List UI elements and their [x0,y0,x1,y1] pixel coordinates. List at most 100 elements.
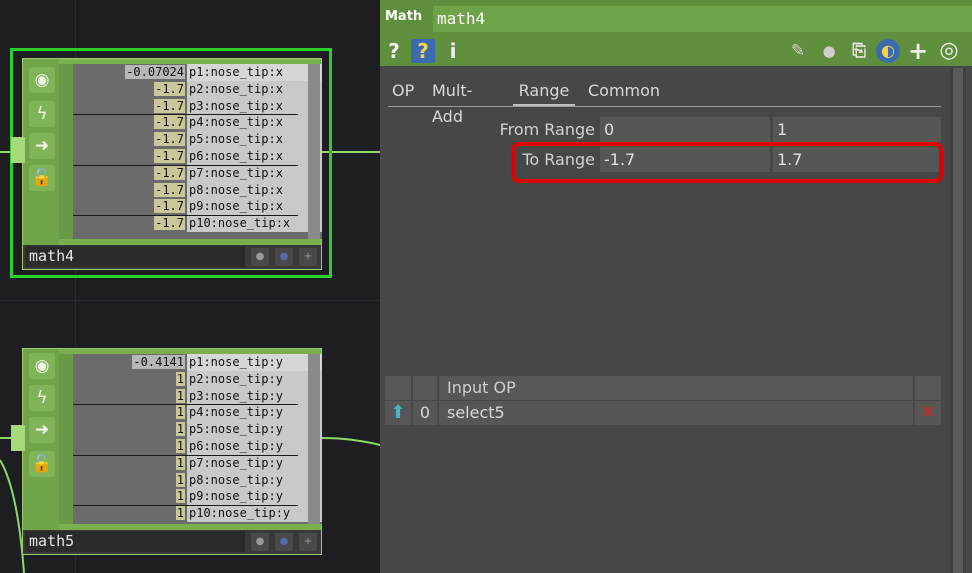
channel-row: -1.7 p9:nose_tip:x [73,198,322,216]
channel-row: -1.7 p4:nose_tip:x [73,114,322,132]
python-icon[interactable]: ◐ [876,39,900,63]
channel-row: 1 p10:nose_tip:y [73,505,322,522]
channel-separator [73,164,298,166]
channel-row: -1.7 p8:nose_tip:x [73,181,322,199]
op-name-field[interactable]: math4 [433,6,972,32]
tab-op[interactable]: OP [392,78,414,104]
channel-name: p5:nose_tip:y [187,421,322,438]
input-connector[interactable] [11,137,25,163]
tab-range[interactable]: Range [513,78,575,106]
channel-value: -0.4141 [132,355,185,369]
delete-icon[interactable]: ✕ [915,401,941,425]
channel-row: -0.07024 p1:nose_tip:x [73,64,322,81]
channel-name: p4:nose_tip:y [187,404,322,422]
clone-icon[interactable]: ➜ [29,417,55,443]
lock-icon[interactable]: 🔓 [29,451,55,477]
channel-name: p10:nose_tip:x [187,215,322,232]
table-header-cell [413,376,437,400]
tab-mult-add[interactable]: Mult-Add [432,78,472,130]
add-output-icon[interactable]: + [299,533,317,551]
clipboard-icon[interactable]: ⎘ [846,39,872,63]
channel-row: 1 p2:nose_tip:y [73,370,322,388]
node-footer: math5 ● ● + [23,530,321,554]
channel-viewer: -0.4141 p1:nose_tip:y 1 p2:nose_tip:y 1 p3:no… [73,354,322,524]
add-output-icon[interactable]: + [299,248,317,266]
channel-name: p2:nose_tip:y [187,370,322,388]
display-flag-icon[interactable]: ● [251,248,269,266]
network-editor[interactable]: ◉ ϟ ➜ 🔓 -0.07024 p1:nose_tip:x -1.7 p2:nose… [0,0,380,573]
node-name[interactable]: math5 [25,531,245,552]
channel-value: 1 [175,422,185,437]
viewer-strip [59,64,73,239]
scrollbar-thumb[interactable] [953,68,963,573]
channel-name: p1:nose_tip:x [187,64,322,81]
channel-name: p2:nose_tip:x [187,80,322,98]
table-header-cell [385,376,411,400]
channel-name: p8:nose_tip:x [187,181,322,199]
channel-separator [73,114,298,116]
channel-value: 1 [175,388,185,403]
channel-name: p5:nose_tip:x [187,131,322,148]
add-icon[interactable]: + [906,39,930,63]
bypass-icon[interactable]: ϟ [29,385,55,411]
channel-row: 1 p5:nose_tip:y [73,421,322,438]
viewer-strip [59,354,73,524]
clone-icon[interactable]: ➜ [29,133,55,159]
node-math5[interactable]: ◉ ϟ ➜ 🔓 -0.4141 p1:nose_tip:y 1 p2:nose_tip… [11,348,322,555]
from-range-label: From Range [499,120,595,139]
python-help-icon[interactable]: ? [411,39,435,63]
channel-name: p6:nose_tip:y [187,438,322,455]
channel-value: -1.7 [154,216,185,231]
channel-value: -1.7 [154,149,185,163]
channel-row: 1 p7:nose_tip:y [73,454,322,472]
channel-value: 1 [175,405,185,420]
channel-row: -1.7 p6:nose_tip:x [73,148,322,165]
channel-name: p4:nose_tip:x [187,114,322,132]
channel-row: 1 p8:nose_tip:y [73,471,322,489]
channel-row: 1 p4:nose_tip:y [73,404,322,422]
channel-row: -1.7 p3:nose_tip:x [73,97,322,115]
input-op-field[interactable]: select5 [439,401,913,425]
parameter-panel: Math math4 ? ? i ✎ ● ⎘ ◐ + ◎ OP Mult-Add… [380,0,972,573]
channel-value: 1 [175,455,185,470]
from-range-field-2[interactable]: 1 [773,117,941,142]
lock-icon[interactable]: 🔓 [29,165,55,191]
tab-divider [388,106,941,107]
edit-icon[interactable]: ✎ [786,39,810,63]
op-type-label: Math [385,9,423,24]
comment-icon[interactable]: ● [816,39,842,63]
channel-name: p7:nose_tip:x [187,164,322,182]
channel-row: 1 p3:nose_tip:y [73,387,322,405]
tab-common[interactable]: Common [588,78,660,104]
channel-value: 1 [175,489,185,504]
channel-separator [73,404,298,406]
info-icon[interactable]: i [446,39,460,63]
move-up-icon[interactable]: ⬆ [385,401,411,425]
channel-value: 1 [175,506,185,521]
input-index: 0 [413,401,437,425]
channel-value: 1 [175,472,185,487]
panel-scrollbar[interactable] [950,68,966,573]
channel-viewer: -0.07024 p1:nose_tip:x -1.7 p2:nose_tip:x -1… [73,64,322,239]
display-flag-icon[interactable]: ● [251,533,269,551]
channel-name: p9:nose_tip:y [187,488,322,506]
render-flag-icon[interactable]: ● [275,533,293,551]
channel-value: -1.7 [154,98,185,113]
node-math4[interactable]: ◉ ϟ ➜ 🔓 -0.07024 p1:nose_tip:x -1.7 p2:nose… [11,58,322,270]
channel-value: -1.7 [154,132,185,147]
channel-value: 1 [175,439,185,453]
highlight-box [511,142,943,183]
target-icon[interactable]: ◎ [936,39,962,63]
table-header-cell [915,376,941,400]
bypass-icon[interactable]: ϟ [29,101,55,127]
input-connector[interactable] [11,425,25,451]
help-icon[interactable]: ? [386,39,402,63]
render-flag-icon[interactable]: ● [275,248,293,266]
viewer-icon[interactable]: ◉ [29,353,55,379]
panel-titlebar: Math math4 [380,0,972,36]
channel-name: p1:nose_tip:y [187,354,322,371]
node-name[interactable]: math4 [25,246,245,267]
from-range-field-1[interactable]: 0 [600,117,770,142]
channel-row: -1.7 p5:nose_tip:x [73,131,322,148]
viewer-icon[interactable]: ◉ [29,67,55,93]
